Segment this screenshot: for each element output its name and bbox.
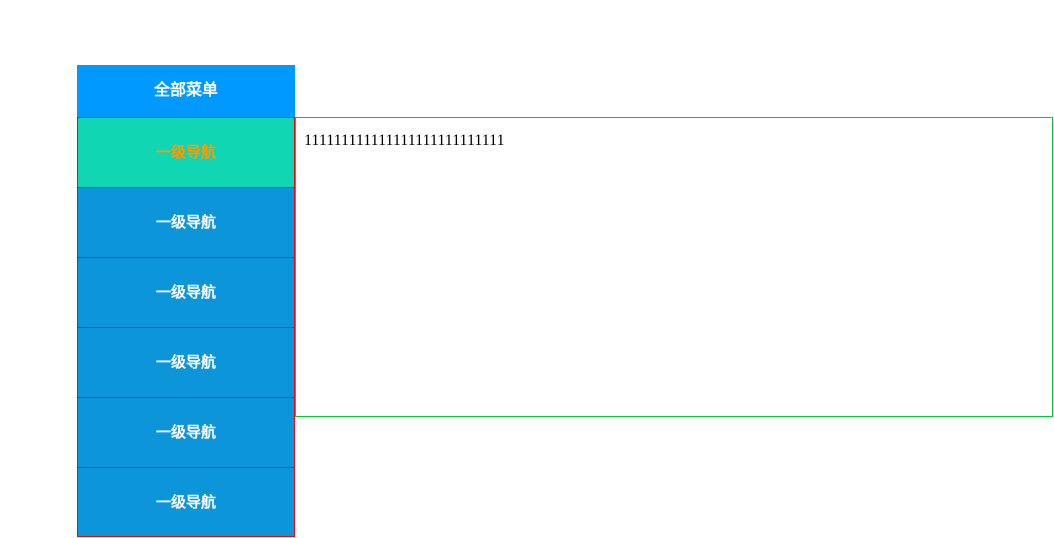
menu-item-4[interactable]: 一级导航 [77,397,295,467]
flyout-panel: 111111111111111111111111111 [295,117,1053,417]
menu-item-1[interactable]: 一级导航 [77,187,295,257]
flyout-content: 111111111111111111111111111 [304,132,505,149]
sidebar: 全部菜单 一级导航 一级导航 一级导航 一级导航 一级导航 一级导航 [77,65,295,537]
menu-item-2[interactable]: 一级导航 [77,257,295,327]
menu-header: 全部菜单 [77,65,295,117]
menu-item-0[interactable]: 一级导航 [77,117,295,187]
menu-item-3[interactable]: 一级导航 [77,327,295,397]
menu-item-5[interactable]: 一级导航 [77,467,295,537]
